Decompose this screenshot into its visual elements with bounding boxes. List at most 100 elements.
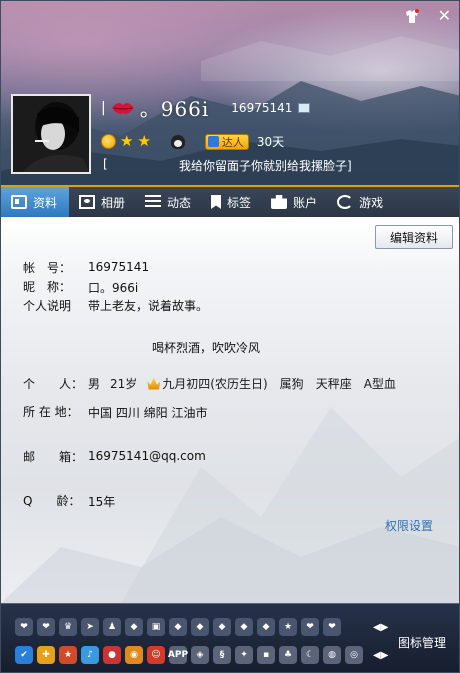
pet-icon[interactable]: ◉ [125,646,143,664]
heart-gray-icon[interactable]: ❤ [15,618,33,636]
heart-gray-icon[interactable]: ❤ [323,618,341,636]
tab-profile[interactable]: 资料 [1,187,69,217]
tab-tags[interactable]: 标签 [201,187,261,217]
age-value: 21岁 [110,377,138,391]
camera-icon[interactable]: ▪ [257,646,275,664]
shield-yellow-icon[interactable]: ✚ [37,646,55,664]
active-days: 30天 [256,135,285,149]
tab-label: 游戏 [359,195,384,210]
diamond-gray-icon[interactable]: ◆ [235,618,253,636]
account-value: 16975141 [88,260,150,274]
constellation-value: 天秤座 [315,377,352,391]
trophy-icon[interactable]: ♛ [59,618,77,636]
gender-value: 男 [88,377,101,391]
location-label: 所 在 地： [23,405,79,419]
star-level-icon[interactable]: ★ [137,134,150,149]
face-icon[interactable]: ☺ [147,646,165,664]
arrow-icon[interactable]: ➤ [81,618,99,636]
qq-number: 16975141 [231,100,293,115]
skin-shirt-icon[interactable] [404,8,420,24]
close-button[interactable]: ✕ [438,7,451,25]
blood-type-value: A型血 [363,377,396,391]
service-icons-row-1: ❤ ❤ ♛ ➤ ♟ ◆ ▣ ◆ ◆ ◆ ◆ ◆ ★ ❤ ❤ [15,618,341,636]
heart-gray-icon[interactable]: ❤ [37,618,55,636]
diamond-gray-icon[interactable]: ◆ [125,618,143,636]
zodiac-value: 属狗 [279,377,304,391]
tab-games[interactable]: 游戏 [327,187,393,217]
tab-album[interactable]: 相册 [69,187,135,217]
tab-label: 动态 [167,195,192,210]
description-quote: 喝杯烈酒，吹吹冷风 [151,341,260,355]
nick-prefix: | [101,99,106,116]
music-icon[interactable]: ♪ [81,646,99,664]
nickname-label: 昵 称： [23,280,72,294]
badge-label: 达人 [221,135,244,149]
service-icons-row-2: ✔ ✚ ★ ♪ ● ◉ ☺ APP ◈ § ✦ ▪ ♣ ☾ ◍ ◎ [15,646,363,664]
crown-icon [147,377,161,390]
signature-text: 我给你留面子你就别给我摞脸子] [179,159,352,173]
icon-management-link[interactable]: 图标管理 [398,634,446,651]
service-icon-bar: ❤ ❤ ♛ ➤ ♟ ◆ ▣ ◆ ◆ ◆ ◆ ◆ ★ ❤ ❤ ◀▶ ✔ ✚ ★ ♪… [1,603,459,672]
email-value: 16975141@qq.com [88,449,206,463]
penguin-gray-icon[interactable]: ♟ [103,618,121,636]
diamond-gray-icon[interactable]: ◆ [257,618,275,636]
heart-gray-icon[interactable]: ❤ [301,618,319,636]
list-icon [145,195,162,209]
bookmark-icon [211,195,222,209]
star-gray-icon[interactable]: ★ [279,618,297,636]
lips-icon [111,102,134,114]
profile-header: ✕ | 。966i 16975141 ★ ★ 达人 30天 [我给你留面子你就… [1,1,459,185]
avatar[interactable] [11,94,91,174]
expert-badge[interactable]: 达人 [204,133,249,150]
account-label: 帐 号： [23,261,72,275]
shield-gray-icon[interactable]: ◍ [323,646,341,664]
page-arrows-row-1[interactable]: ◀▶ [373,622,388,633]
email-label: 邮 箱： [23,450,84,464]
profile-card-icon [11,195,27,209]
birthday-value: 九月初四(农历生日) [162,377,268,391]
nickname-row: | 。966i 16975141 [101,93,311,122]
sun-level-icon[interactable] [101,134,116,149]
shield-blue-icon[interactable]: ✔ [15,646,33,664]
game-red-icon[interactable]: ● [103,646,121,664]
diamond-gray-icon[interactable]: ◆ [191,618,209,636]
circle-gray-icon[interactable]: ◎ [345,646,363,664]
description-value: 带上老友，说着故事。 [88,299,209,313]
tab-feed[interactable]: 动态 [135,187,201,217]
level-row: ★ ★ 达人 30天 [101,133,284,150]
personal-label: 个 人： [23,377,84,391]
status-flag-icon[interactable] [298,102,311,113]
tab-account[interactable]: 账户 [261,187,327,217]
signature-bracket: [ [103,157,108,171]
profile-window: ✕ | 。966i 16975141 ★ ★ 达人 30天 [我给你留面子你就… [0,0,460,673]
app-icon[interactable]: APP [168,646,188,664]
nickname: 。966i [139,97,210,121]
description-label: 个人说明 [23,299,72,313]
permission-settings-link[interactable]: 权限设置 [385,517,433,534]
tab-label: 账户 [293,195,318,210]
qq-age-value: 15年 [88,495,116,509]
page-arrows-row-2[interactable]: ◀▶ [373,650,388,661]
star-level-icon[interactable]: ★ [120,134,133,149]
penguin-icon[interactable] [170,134,185,149]
badge-icon [207,136,219,147]
game-icon [337,195,354,209]
sword-icon[interactable]: ✦ [235,646,253,664]
gem-gray-icon[interactable]: ◈ [191,646,209,664]
star-red-icon[interactable]: ★ [59,646,77,664]
diamond-gray-icon[interactable]: ◆ [169,618,187,636]
photo-icon [79,195,95,209]
pc-icon[interactable]: ▣ [147,618,165,636]
profile-details: 编辑资料 帐 号： 16975141 昵 称： 口。966i 个人说明 带上老友… [1,217,459,603]
tab-label: 相册 [101,195,126,210]
moon-icon[interactable]: ☾ [301,646,319,664]
tab-label: 资料 [33,195,58,210]
location-value: 中国 四川 绵阳 江油市 [88,406,208,420]
s-gray-icon[interactable]: § [213,646,231,664]
profile-tabs: 资料 相册 动态 标签 账户 游戏 [1,185,459,217]
clothes-icon[interactable]: ♣ [279,646,297,664]
qq-age-label: Q 龄： [23,494,81,508]
diamond-gray-icon[interactable]: ◆ [213,618,231,636]
wallet-icon [271,195,288,209]
edit-profile-button[interactable]: 编辑资料 [375,225,453,249]
